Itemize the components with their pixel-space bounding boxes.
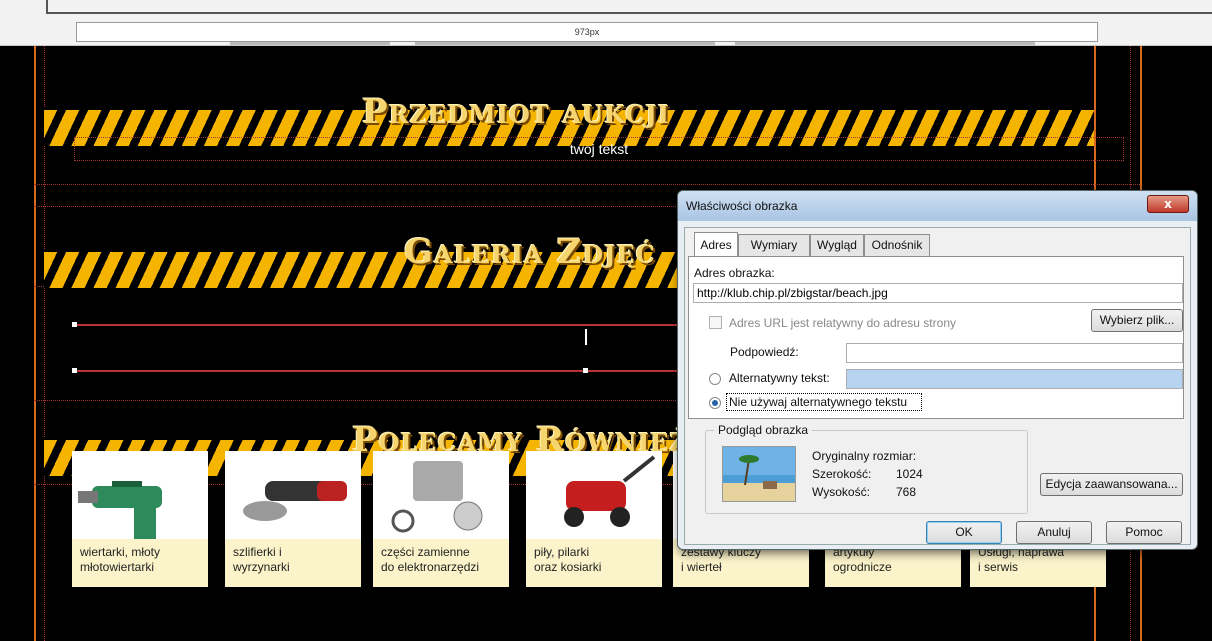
editor-frame-edge <box>46 0 1212 14</box>
alt-text-input[interactable] <box>846 369 1183 389</box>
ruler-tick <box>735 42 1035 45</box>
tab-adres[interactable]: Adres <box>694 232 738 256</box>
angle-grinder-icon <box>243 481 347 521</box>
tile-label: części zamienne do elektronarzędzi <box>373 539 509 587</box>
tooltip-input[interactable] <box>846 343 1183 363</box>
relative-url-checkbox[interactable] <box>709 316 722 329</box>
product-tile[interactable]: wiertarki, młoty młotowiertarki <box>72 451 208 587</box>
ruler-label: 973px <box>574 27 600 37</box>
cancel-button[interactable]: Anuluj <box>1016 521 1092 544</box>
text-cursor <box>585 329 587 345</box>
product-tile[interactable]: szlifierki i wyrzynarki <box>225 451 361 587</box>
beach-image-icon <box>723 447 795 501</box>
tile-label: wiertarki, młoty młotowiertarki <box>72 539 208 587</box>
tile-label-line: ogrodnicze <box>833 560 892 574</box>
height-label: Wysokość: <box>812 485 870 499</box>
choose-file-button[interactable]: Wybierz plik... <box>1091 309 1183 332</box>
advanced-edit-button[interactable]: Edycja zaawansowana... <box>1040 473 1183 496</box>
close-button[interactable]: x <box>1147 195 1189 213</box>
tab-odnosnik[interactable]: Odnośnik <box>864 234 930 256</box>
tile-label-line: szlifierki i <box>233 545 282 559</box>
width-value: 1024 <box>896 467 923 481</box>
tile-label-line: wiertarki, młoty <box>80 545 161 559</box>
help-button[interactable]: Pomoc <box>1106 521 1182 544</box>
relative-url-label: Adres URL jest relatywny do adresu stron… <box>729 316 956 330</box>
ruler-tick <box>415 42 715 45</box>
product-tile[interactable]: części zamienne do elektronarzędzi <box>373 451 509 587</box>
layout-guide <box>34 184 1140 185</box>
tooltip-label: Podpowiedź: <box>730 345 799 359</box>
tile-label-line: i serwis <box>978 560 1019 574</box>
close-icon: x <box>1164 197 1172 211</box>
alt-text-radio[interactable] <box>709 373 721 385</box>
preview-title: Podgląd obrazka <box>714 423 813 437</box>
tab-wymiary[interactable]: Wymiary <box>738 234 810 256</box>
tile-label: szlifierki i wyrzynarki <box>225 539 361 587</box>
tile-label-line: do elektronarzędzi <box>381 560 480 574</box>
product-tile[interactable]: piły, pilarki oraz kosiarki <box>526 451 662 587</box>
spare-parts-icon <box>391 461 483 533</box>
image-properties-dialog: Właściwości obrazka x Adres Wymiary Wygl… <box>677 190 1198 550</box>
no-alt-text-radio[interactable] <box>709 397 721 409</box>
height-value: 768 <box>896 485 917 499</box>
resize-handle[interactable] <box>72 368 77 373</box>
tile-label-line: wyrzynarki <box>233 560 290 574</box>
tile-label-line: piły, pilarki <box>534 545 590 559</box>
tile-label-line: oraz kosiarki <box>534 560 602 574</box>
preview-thumbnail <box>722 446 796 502</box>
address-label: Adres obrazka: <box>694 266 775 280</box>
dialog-title: Właściwości obrazka <box>686 199 798 213</box>
tile-label-line: części zamienne <box>381 545 470 559</box>
ok-button[interactable]: OK <box>926 521 1002 544</box>
original-size-label: Oryginalny rozmiar: <box>812 449 917 463</box>
alt-text-label: Alternatywny tekst: <box>729 371 830 385</box>
width-ruler: 973px <box>76 22 1098 42</box>
tile-label-line: i wierteł <box>681 560 722 574</box>
tab-wyglad[interactable]: Wygląd <box>810 234 864 256</box>
resize-handle[interactable] <box>583 368 588 373</box>
width-label: Szerokość: <box>812 467 872 481</box>
banner-title: Przedmiot aukcji <box>362 92 670 132</box>
image-address-input[interactable]: http://klub.chip.pl/zbigstar/beach.jpg <box>693 283 1183 303</box>
dialog-titlebar[interactable]: Właściwości obrazka x <box>678 191 1197 221</box>
text-placeholder[interactable]: twoj tekst <box>74 137 1124 161</box>
drill-icon <box>78 481 162 539</box>
resize-handle[interactable] <box>72 322 77 327</box>
editor-ruler-area: 973px <box>0 0 1212 46</box>
banner-title: Galeria Zdjęć <box>404 232 656 272</box>
tile-label: piły, pilarki oraz kosiarki <box>526 539 662 587</box>
tile-label-line: młotowiertarki <box>80 560 155 574</box>
ruler-tick <box>230 42 390 45</box>
lawn-mower-icon <box>564 455 656 527</box>
no-alt-text-label: Nie używaj alternatywnego tekstu <box>729 395 908 409</box>
